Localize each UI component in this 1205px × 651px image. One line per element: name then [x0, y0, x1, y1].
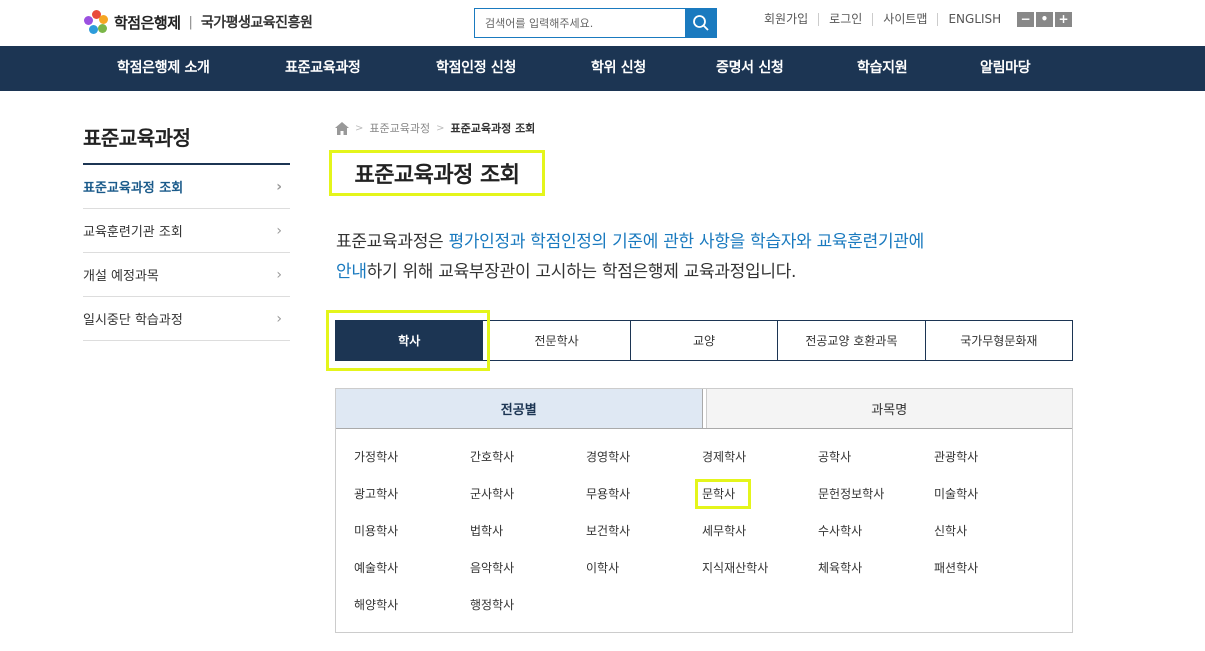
- major-item[interactable]: 경제학사: [702, 449, 818, 465]
- main-nav: 학점은행제 소개 표준교육과정 학점인정 신청 학위 신청 증명서 신청 학습지…: [0, 46, 1205, 91]
- major-item[interactable]: 미술학사: [934, 486, 1050, 502]
- major-item[interactable]: 예술학사: [354, 560, 470, 576]
- degree-tabs: 학사 전문학사 교양 전공교양 호환과목 국가무형문화재: [335, 320, 1073, 361]
- breadcrumb-separator: >: [436, 122, 445, 134]
- chevron-right-icon: ›: [276, 266, 282, 283]
- major-item[interactable]: 문학사: [695, 479, 751, 509]
- major-list: 가정학사 간호학사 경영학사 경제학사 공학사 관광학사광고학사 군사학사 무용학사 문학사 문헌…: [354, 449, 1050, 613]
- sidebar-item-planned-courses[interactable]: 개설 예정과목 ›: [83, 253, 290, 297]
- nav-item-intro[interactable]: 학점은행제 소개: [117, 46, 210, 91]
- sidebar-title: 표준교육과정: [83, 126, 191, 150]
- subtab-by-course-name[interactable]: 과목명: [705, 389, 1072, 428]
- home-icon[interactable]: [335, 121, 349, 135]
- subtabs: 전공별 과목명: [336, 389, 1072, 429]
- header: 학점은행제 | 국가평생교육진흥원 회원가입 로그인 사이트맵 ENGLISH …: [0, 0, 1205, 46]
- subtab-by-major[interactable]: 전공별: [336, 389, 703, 428]
- zoom-in-button[interactable]: +: [1055, 12, 1072, 27]
- zoom-controls: − • +: [1017, 12, 1072, 27]
- tab-associate[interactable]: 전문학사: [482, 321, 629, 360]
- page-title: 표준교육과정 조회: [329, 150, 545, 196]
- nav-item-credit-recognition[interactable]: 학점인정 신청: [436, 46, 516, 91]
- logo-org: 국가평생교육진흥원: [200, 15, 313, 31]
- major-item[interactable]: 세무학사: [702, 523, 818, 539]
- intro-highlight-1: 평가인정과 학점인정의 기준에 관한 사항을 학습자와 교육훈련기관에: [448, 232, 924, 252]
- major-item[interactable]: 관광학사: [934, 449, 1050, 465]
- tab-compatible-courses[interactable]: 전공교양 호환과목: [777, 321, 924, 360]
- tab-bachelor[interactable]: 학사: [336, 321, 483, 360]
- sidebar-item-suspended-courses[interactable]: 일시중단 학습과정 ›: [83, 297, 290, 341]
- intro-part-1: 표준교육과정은: [336, 232, 449, 252]
- site-logo[interactable]: 학점은행제 | 국가평생교육진흥원: [84, 10, 313, 34]
- sidebar-item-standard-curriculum[interactable]: 표준교육과정 조회 ›: [83, 165, 290, 209]
- chevron-right-icon: ›: [276, 178, 282, 195]
- chevron-right-icon: ›: [276, 310, 282, 327]
- intro-text: 표준교육과정은 평가인정과 학점인정의 기준에 관한 사항을 학습자와 교육훈련…: [336, 227, 1076, 287]
- major-item[interactable]: 행정학사: [470, 597, 586, 613]
- major-item[interactable]: 군사학사: [470, 486, 586, 502]
- tab-intangible-heritage[interactable]: 국가무형문화재: [924, 321, 1072, 360]
- breadcrumb-current: 표준교육과정 조회: [450, 122, 536, 135]
- breadcrumb-parent[interactable]: 표준교육과정: [369, 120, 430, 136]
- nav-item-standard-curriculum[interactable]: 표준교육과정: [285, 46, 361, 91]
- major-panel: 전공별 과목명 가정학사 간호학사 경영학사 경제학사 공학사 관광학사광고학사 군사학사 무…: [335, 388, 1073, 633]
- major-item[interactable]: 미용학사: [354, 523, 470, 539]
- major-item[interactable]: 간호학사: [470, 449, 586, 465]
- logo-title: 학점은행제: [114, 13, 181, 32]
- login-link[interactable]: 로그인: [819, 13, 874, 26]
- zoom-reset-button[interactable]: •: [1036, 12, 1053, 27]
- major-item[interactable]: 수사학사: [818, 523, 934, 539]
- major-item[interactable]: 보건학사: [586, 523, 702, 539]
- logo-flower-icon: [84, 10, 108, 34]
- major-item[interactable]: 음악학사: [470, 560, 586, 576]
- breadcrumb-separator: >: [355, 122, 364, 134]
- major-item[interactable]: 해양학사: [354, 597, 470, 613]
- logo-separator: |: [188, 14, 193, 30]
- nav-item-notice[interactable]: 알림마당: [980, 46, 1031, 91]
- zoom-out-button[interactable]: −: [1017, 12, 1034, 27]
- intro-part-2: 하기 위해 교육부장관이 고시하는 학점은행제 교육과정입니다.: [366, 262, 797, 282]
- major-item[interactable]: 지식재산학사: [702, 560, 818, 576]
- search-input[interactable]: [475, 9, 685, 37]
- sidebar-item-label: 일시중단 학습과정: [83, 313, 183, 328]
- major-item[interactable]: 이학사: [586, 560, 702, 576]
- major-item[interactable]: 법학사: [470, 523, 586, 539]
- major-item[interactable]: 가정학사: [354, 449, 470, 465]
- major-item[interactable]: 광고학사: [354, 486, 470, 502]
- major-item[interactable]: 공학사: [818, 449, 934, 465]
- nav-item-degree[interactable]: 학위 신청: [591, 46, 646, 91]
- search-button[interactable]: [685, 9, 716, 37]
- sidebar-item-label: 교육훈련기관 조회: [83, 225, 183, 240]
- english-link[interactable]: ENGLISH: [938, 13, 1011, 26]
- major-item[interactable]: 체육학사: [818, 560, 934, 576]
- search-box: [474, 8, 717, 38]
- nav-item-learning-support[interactable]: 학습지원: [857, 46, 908, 91]
- sidebar-item-label: 개설 예정과목: [83, 269, 159, 284]
- sidebar-item-institution[interactable]: 교육훈련기관 조회 ›: [83, 209, 290, 253]
- major-item[interactable]: 경영학사: [586, 449, 702, 465]
- sitemap-link[interactable]: 사이트맵: [873, 13, 939, 26]
- tab-liberal-arts[interactable]: 교양: [629, 321, 777, 360]
- major-item[interactable]: 문헌정보학사: [818, 486, 934, 502]
- join-link[interactable]: 회원가입: [764, 13, 820, 26]
- nav-item-certificate[interactable]: 증명서 신청: [716, 46, 784, 91]
- chevron-right-icon: ›: [276, 222, 282, 239]
- sidebar-item-label: 표준교육과정 조회: [83, 181, 184, 196]
- utility-links: 회원가입 로그인 사이트맵 ENGLISH: [764, 13, 1011, 26]
- breadcrumb: > 표준교육과정 > 표준교육과정 조회: [335, 120, 535, 136]
- intro-highlight-2: 안내: [336, 262, 367, 282]
- major-item[interactable]: 무용학사: [586, 486, 702, 502]
- search-icon: [692, 15, 709, 31]
- major-item[interactable]: 패션학사: [934, 560, 1050, 576]
- major-item[interactable]: 신학사: [934, 523, 1050, 539]
